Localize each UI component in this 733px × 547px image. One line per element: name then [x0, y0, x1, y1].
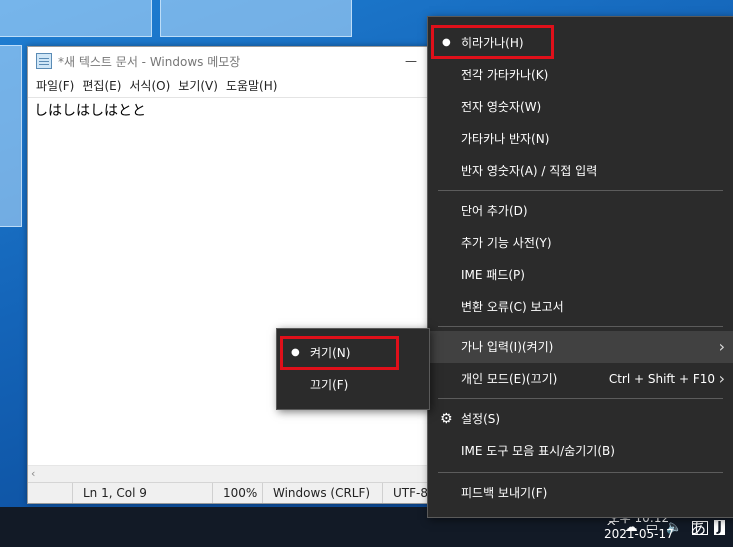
clock-date: 2021-05-17 [604, 527, 674, 541]
notepad-window: *새 텍스트 문서 - Windows 메모장 — 파일(F) 편집(E) 서식… [27, 46, 439, 504]
menu-separator [438, 398, 723, 399]
notepad-icon [36, 53, 52, 69]
menu-item-label: 반자 영숫자(A) / 직접 입력 [461, 164, 598, 178]
menu-separator [438, 326, 723, 327]
menu-item-kana-off[interactable]: 끄기(F) [277, 369, 429, 401]
notepad-titlebar[interactable]: *새 텍스트 문서 - Windows 메모장 — [28, 47, 438, 75]
menu-item-toolbar-toggle[interactable]: IME 도구 모음 표시/숨기기(B) [428, 435, 733, 467]
menu-item-label: 단어 추가(D) [461, 204, 528, 218]
ime-icon[interactable]: J [714, 519, 725, 535]
menu-item-label: 개인 모드(E)(끄기) [461, 372, 558, 386]
menu-item-private-mode[interactable]: 개인 모드(E)(끄기) Ctrl + Shift + F10 › [428, 363, 733, 395]
menu-format[interactable]: 서식(O) [127, 75, 176, 95]
minimize-button[interactable]: — [398, 51, 424, 71]
menu-item-addon-dictionary[interactable]: 추가 기능 사전(Y) [428, 227, 733, 259]
menu-item-kana-input[interactable]: 가나 입력(I)(켜기) › [428, 331, 733, 363]
menu-item-ime-pad[interactable]: IME 패드(P) [428, 259, 733, 291]
menu-item-halfwidth-katakana[interactable]: 가타카나 반자(N) [428, 123, 733, 155]
menu-edit[interactable]: 편집(E) [80, 75, 127, 95]
menu-item-label: 전각 가타카나(K) [461, 68, 549, 82]
menu-item-label: IME 패드(P) [461, 268, 525, 282]
menu-separator [438, 190, 723, 191]
kana-input-submenu: ● 켜기(N) 끄기(F) [276, 328, 430, 410]
menu-item-label: 가타카나 반자(N) [461, 132, 550, 146]
menu-item-label: 변환 오류(C) 보고서 [461, 300, 564, 314]
menu-separator [438, 472, 723, 473]
menu-view[interactable]: 보기(V) [176, 75, 224, 95]
chevron-right-icon: › [718, 337, 725, 356]
scroll-left-icon[interactable]: ‹ [31, 467, 35, 480]
ime-context-menu: ● 히라가나(H) 전각 가타카나(K) 전자 영숫자(W) 가타카나 반자(N… [427, 16, 733, 518]
menu-item-fullwidth-katakana[interactable]: 전각 가타카나(K) [428, 59, 733, 91]
menu-bar: 파일(F) 편집(E) 서식(O) 보기(V) 도움말(H) [28, 75, 438, 95]
status-bar: Ln 1, Col 9 100% Windows (CRLF) UTF-8 [28, 482, 438, 503]
editor-content[interactable]: しはしはしはとと [28, 98, 438, 122]
shortcut-label: Ctrl + Shift + F10 [608, 372, 715, 386]
menu-help[interactable]: 도움말(H) [224, 75, 284, 95]
gear-icon: ⚙ [440, 411, 453, 427]
menu-item-label: 전자 영숫자(W) [461, 100, 542, 114]
menu-item-label: 끄기(F) [310, 378, 349, 392]
menu-item-send-feedback[interactable]: 피드백 보내기(F) [428, 477, 733, 509]
menu-item-label: 가나 입력(I)(켜기) [461, 340, 554, 354]
menu-item-halfwidth-alphanumeric[interactable]: 반자 영숫자(A) / 직접 입력 [428, 155, 733, 187]
highlight-box [431, 25, 554, 59]
menu-item-fullwidth-alphanumeric[interactable]: 전자 영숫자(W) [428, 91, 733, 123]
menu-item-add-word[interactable]: 단어 추가(D) [428, 195, 733, 227]
encoding: UTF-8 [382, 483, 433, 503]
menu-file[interactable]: 파일(F) [34, 75, 80, 95]
horizontal-scrollbar[interactable]: ‹ [28, 465, 438, 483]
menu-item-label: 추가 기능 사전(Y) [461, 236, 552, 250]
menu-item-label: 피드백 보내기(F) [461, 486, 548, 500]
window-title: *새 텍스트 문서 - Windows 메모장 [58, 54, 241, 69]
menu-item-label: 설정(S) [461, 412, 501, 426]
menu-item-conversion-report[interactable]: 변환 오류(C) 보고서 [428, 291, 733, 323]
notification-icon[interactable] [692, 521, 708, 535]
zoom-level: 100% [212, 483, 257, 503]
menu-item-settings[interactable]: ⚙ 설정(S) [428, 403, 733, 435]
highlight-box [280, 336, 399, 370]
line-ending: Windows (CRLF) [262, 483, 373, 503]
chevron-right-icon: › [718, 369, 725, 388]
menu-item-label: IME 도구 모음 표시/숨기기(B) [461, 444, 615, 458]
cursor-position: Ln 1, Col 9 [72, 483, 203, 503]
